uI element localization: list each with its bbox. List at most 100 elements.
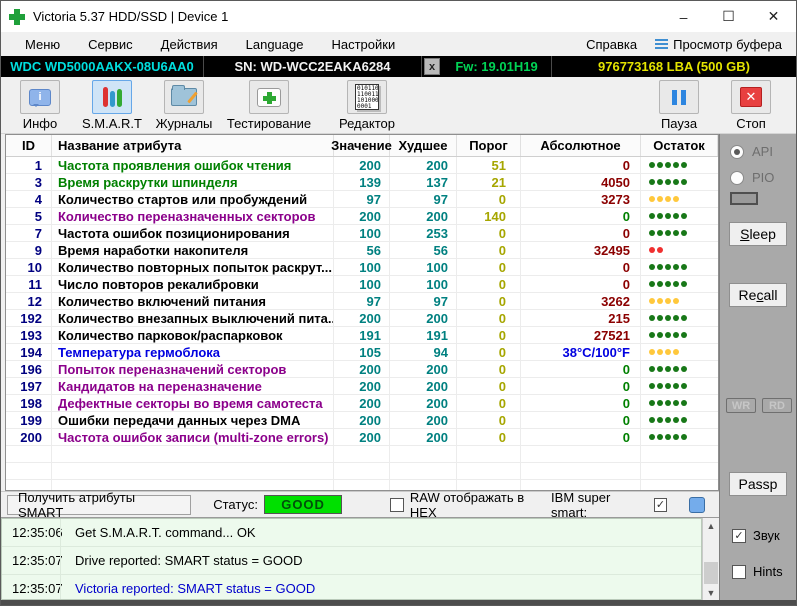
api-radio[interactable]: API [730, 144, 773, 159]
empty-cell [457, 446, 521, 463]
stop-button[interactable]: ✕ Стоп [718, 80, 784, 131]
raw-hex-checkbox[interactable] [390, 498, 404, 512]
scroll-down-icon[interactable]: ▼ [703, 585, 719, 600]
attr-value: 56 [334, 242, 390, 259]
drive-model[interactable]: WDC WD5000AAKX-08U6AA0 [1, 56, 204, 77]
log-timestamp: 12:35:07 [2, 553, 60, 568]
health-dot [665, 264, 671, 270]
menu-actions[interactable]: Действия [147, 32, 232, 56]
sound-option[interactable]: ✓ Звук [732, 528, 780, 543]
header-worst[interactable]: Худшее [390, 135, 457, 156]
attr-value: 200 [334, 208, 390, 225]
table-row[interactable]: 12Количество включений питания979703262 [6, 293, 718, 310]
attr-threshold: 0 [457, 293, 521, 310]
header-attribute-name[interactable]: Название атрибута [52, 135, 334, 156]
ibm-smart-option[interactable]: IBM super smart: ✓ [551, 490, 667, 520]
status-label: Статус: [213, 497, 258, 512]
health-dot [681, 281, 687, 287]
attr-id: 11 [6, 276, 52, 293]
hints-checkbox[interactable] [732, 565, 746, 579]
attr-threshold: 0 [457, 378, 521, 395]
table-row[interactable]: 4Количество стартов или пробуждений97970… [6, 191, 718, 208]
table-row[interactable]: 5Количество переназначенных секторов2002… [6, 208, 718, 225]
header-threshold[interactable]: Порог [457, 135, 521, 156]
raw-hex-option[interactable]: RAW отображать в HEX [390, 490, 551, 520]
pause-button[interactable]: Пауза [646, 80, 712, 131]
attr-worst: 97 [390, 293, 457, 310]
health-dot [673, 349, 679, 355]
pio-radio[interactable]: PIO [730, 170, 774, 185]
hints-option[interactable]: Hints [732, 564, 783, 579]
attr-value: 200 [334, 361, 390, 378]
table-row[interactable]: 1Частота проявления ошибок чтения2002005… [6, 157, 718, 174]
table-row[interactable]: 9Время наработки накопителя5656032495 [6, 242, 718, 259]
minimize-button[interactable]: – [661, 1, 706, 32]
api-radio-circle[interactable] [730, 145, 744, 159]
attr-worst: 100 [390, 276, 457, 293]
header-value[interactable]: Значение [334, 135, 390, 156]
smart-button[interactable]: S.M.A.R.T [79, 80, 145, 131]
sound-label: Звук [753, 528, 780, 543]
attr-name: Количество стартов или пробуждений [52, 191, 334, 208]
ibm-smart-checkbox[interactable]: ✓ [654, 498, 668, 512]
info-button[interactable]: i Инфо [7, 80, 73, 131]
get-smart-attributes-button[interactable]: Получить атрибуты SMART [7, 495, 191, 515]
editor-button[interactable]: 010110 110011 101000 0001 Редактор [321, 80, 413, 131]
sound-checkbox[interactable]: ✓ [732, 529, 746, 543]
attr-worst: 137 [390, 174, 457, 191]
pio-radio-circle[interactable] [730, 171, 744, 185]
table-row[interactable]: 200Частота ошибок записи (multi-zone err… [6, 429, 718, 446]
table-row[interactable]: 192Количество внезапных выключений пита.… [6, 310, 718, 327]
log-scrollbar[interactable]: ▲ ▼ [702, 518, 719, 600]
rd-button[interactable]: RD [762, 398, 792, 413]
health-dot [649, 264, 655, 270]
health-dot [649, 213, 655, 219]
table-row[interactable]: 198Дефектные секторы во время самотеста2… [6, 395, 718, 412]
log-list: 12:35:06Get S.M.A.R.T. command... OK 12:3… [1, 518, 702, 600]
recall-button[interactable]: Recall [729, 283, 787, 307]
menu-service[interactable]: Сервис [74, 32, 147, 56]
attr-name: Количество переназначенных секторов [52, 208, 334, 225]
maximize-button[interactable]: ☐ [706, 1, 751, 32]
wr-button[interactable]: WR [726, 398, 756, 413]
close-button[interactable]: ✕ [751, 1, 796, 32]
table-row[interactable]: 199Ошибки передачи данных через DMA20020… [6, 412, 718, 429]
menu-language[interactable]: Language [232, 32, 318, 56]
attr-health-dots [641, 157, 718, 174]
attr-health-dots [641, 225, 718, 242]
attr-worst: 94 [390, 344, 457, 361]
table-row[interactable]: 10Количество повторных попыток раскрут..… [6, 259, 718, 276]
table-row[interactable]: 194Температура гермоблока10594038°C/100°… [6, 344, 718, 361]
logs-button[interactable]: Журналы [151, 80, 217, 131]
sleep-label-u: S [740, 226, 749, 242]
scroll-up-icon[interactable]: ▲ [703, 518, 719, 533]
menu-main[interactable]: Меню [11, 32, 74, 56]
recall-label-post: all [763, 287, 777, 303]
attr-health-dots [641, 310, 718, 327]
log-entry: 12:35:06Get S.M.A.R.T. command... OK [2, 519, 701, 547]
attr-threshold: 0 [457, 361, 521, 378]
header-id[interactable]: ID [6, 135, 52, 156]
test-button[interactable]: Тестирование [223, 80, 315, 131]
table-row[interactable]: 7Частота ошибок позиционирования10025300 [6, 225, 718, 242]
table-row[interactable]: 11Число повторов рекалибровки10010000 [6, 276, 718, 293]
header-health[interactable]: Остаток [641, 135, 718, 156]
drive-close-button[interactable]: x [424, 58, 440, 75]
table-row[interactable]: 193Количество парковок/распарковок191191… [6, 327, 718, 344]
table-row[interactable]: 197Кандидатов на переназначение20020000 [6, 378, 718, 395]
header-absolute[interactable]: Абсолютное [521, 135, 641, 156]
sleep-button[interactable]: Sleep [729, 222, 787, 246]
buffer-view-button[interactable]: Просмотр буфера [651, 37, 786, 52]
menu-settings[interactable]: Настройки [317, 32, 409, 56]
table-row[interactable]: 3Время раскрутки шпинделя139137214050 [6, 174, 718, 191]
menu-help[interactable]: Справка [572, 32, 651, 56]
passp-button[interactable]: Passp [729, 472, 787, 496]
attr-value: 200 [334, 310, 390, 327]
scrollbar-track[interactable] [703, 533, 719, 585]
scrollbar-thumb[interactable] [704, 562, 718, 584]
table-row[interactable]: 196Попыток переназначений секторов200200… [6, 361, 718, 378]
health-dot [657, 417, 663, 423]
passp-label: Passp [739, 476, 778, 492]
color-indicator-swatch[interactable] [689, 497, 705, 513]
attr-worst: 56 [390, 242, 457, 259]
